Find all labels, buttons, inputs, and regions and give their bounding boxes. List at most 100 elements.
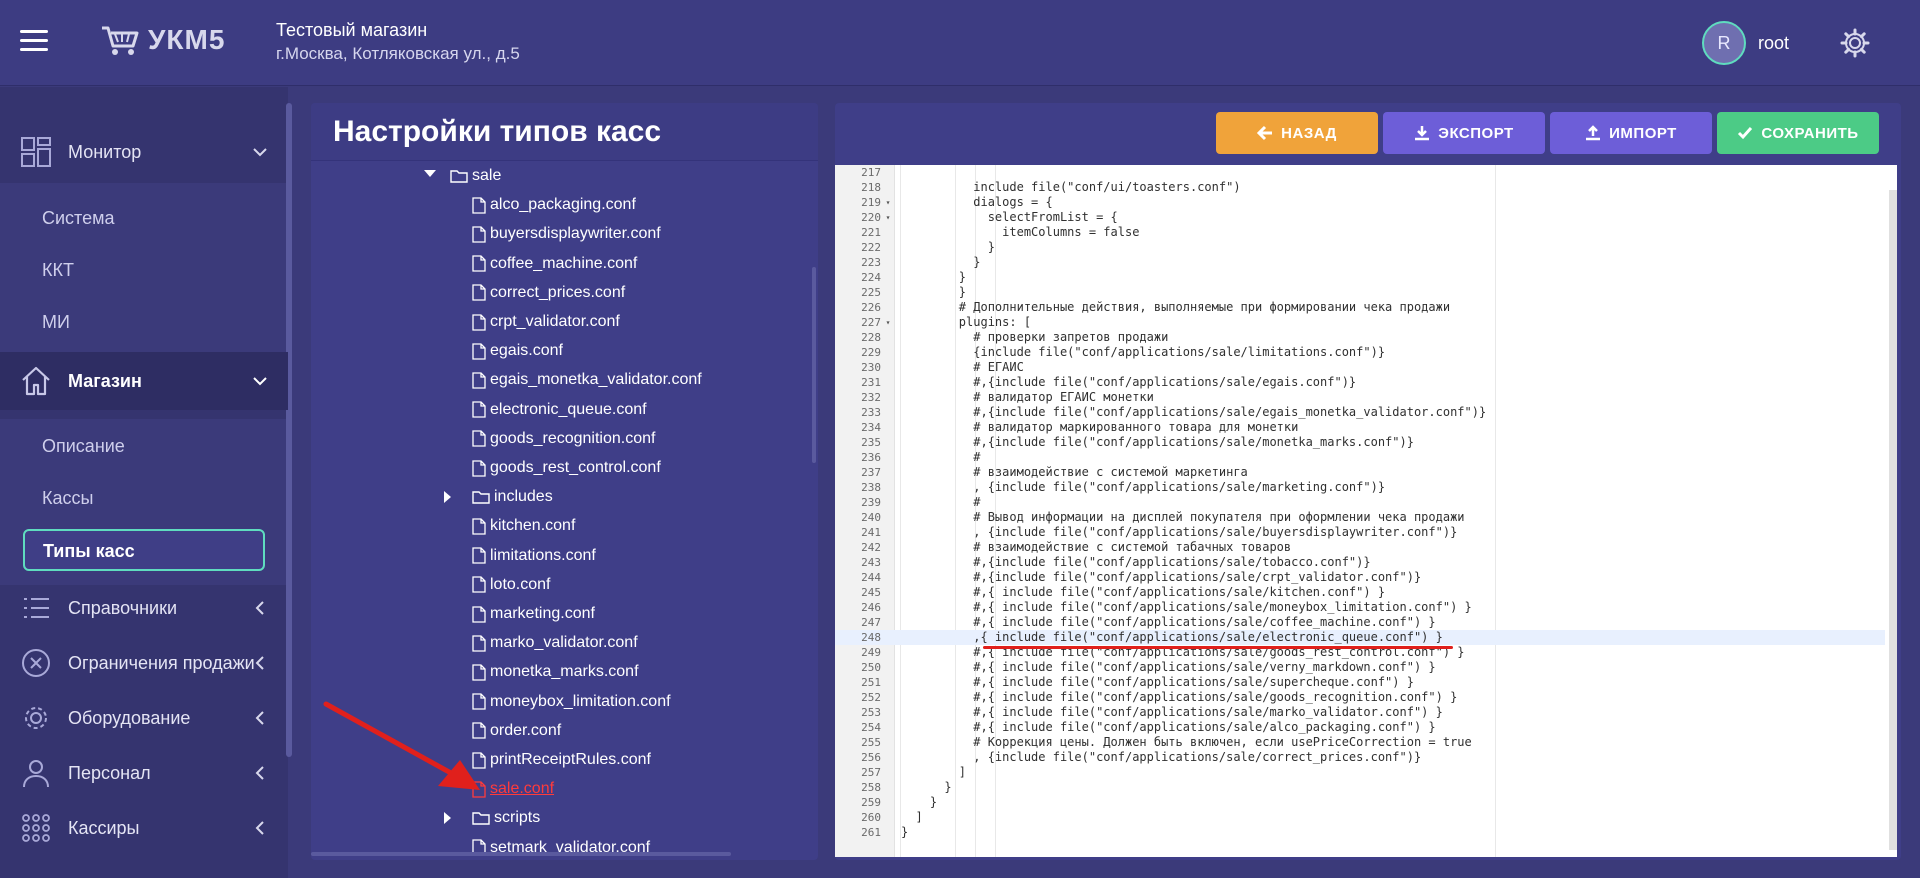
tree-file[interactable]: loto.conf [472, 573, 550, 597]
code-line[interactable]: 244 #,{include file("conf/applications/s… [835, 570, 1885, 585]
fold-toggle-icon[interactable]: ▾ [883, 210, 893, 225]
caret-right-icon[interactable] [444, 491, 451, 504]
sidebar-section-restrictions[interactable]: Ограничения продажи [0, 634, 288, 692]
sidebar-item-system[interactable]: Система [42, 208, 115, 229]
tree-file[interactable]: goods_rest_control.conf [472, 456, 661, 480]
code-line[interactable]: 245 #,{ include file("conf/applications/… [835, 585, 1885, 600]
menu-toggle-icon[interactable] [20, 30, 48, 54]
code-line[interactable]: 230 # ЕГАИС [835, 360, 1885, 375]
file-icon [472, 693, 486, 710]
sidebar-item-kassy[interactable]: Кассы [42, 488, 93, 509]
sidebar-item-description[interactable]: Описание [42, 436, 125, 457]
gear-icon[interactable] [1840, 28, 1870, 58]
username[interactable]: root [1758, 33, 1789, 54]
editor-scrollbar[interactable] [1889, 190, 1897, 850]
code-line[interactable]: 218 include file("conf/ui/toasters.conf"… [835, 180, 1885, 195]
sidebar-item-kkt[interactable]: ККТ [42, 260, 74, 281]
sidebar-section-catalogs[interactable]: Справочники [0, 579, 288, 637]
tree-scrollbar[interactable] [812, 267, 816, 463]
tree-file[interactable]: buyersdisplaywriter.conf [472, 222, 661, 246]
code-line[interactable]: 235 #,{include file("conf/applications/s… [835, 435, 1885, 450]
code-line[interactable]: 250 #,{ include file("conf/applications/… [835, 660, 1885, 675]
code-line[interactable]: 219 ▾ dialogs = { [835, 195, 1885, 210]
code-line[interactable]: 217 [835, 165, 1885, 180]
avatar[interactable]: R [1702, 21, 1746, 65]
tree-file[interactable]: limitations.conf [472, 544, 596, 568]
code-line[interactable]: 246 #,{ include file("conf/applications/… [835, 600, 1885, 615]
tree-file[interactable]: crpt_validator.conf [472, 310, 620, 334]
sidebar-section-cashiers[interactable]: Кассиры [0, 799, 288, 857]
code-line[interactable]: 252 #,{ include file("conf/applications/… [835, 690, 1885, 705]
tree-horizontal-scrollbar[interactable] [311, 852, 731, 856]
code-line[interactable]: 236 # [835, 450, 1885, 465]
code-line[interactable]: 259 } [835, 795, 1885, 810]
code-line[interactable]: 240 # Вывод информации на дисплей покупа… [835, 510, 1885, 525]
tree-folder[interactable]: sale [424, 164, 501, 188]
code-line[interactable]: 229 {include file("conf/applications/sal… [835, 345, 1885, 360]
save-button[interactable]: СОХРАНИТЬ [1717, 112, 1879, 154]
code-line[interactable]: 228 # проверки запретов продажи [835, 330, 1885, 345]
tree-file[interactable]: order.conf [472, 719, 561, 743]
code-line[interactable]: 258 } [835, 780, 1885, 795]
code-line[interactable]: 247 #,{ include file("conf/applications/… [835, 615, 1885, 630]
code-line[interactable]: 238 , {include file("conf/applications/s… [835, 480, 1885, 495]
tree-file[interactable]: printReceiptRules.conf [472, 748, 651, 772]
code-line[interactable]: 255 # Коррекция цены. Должен быть включе… [835, 735, 1885, 750]
code-line[interactable]: 243 #,{include file("conf/applications/s… [835, 555, 1885, 570]
code-line[interactable]: 226 # Дополнительные действия, выполняем… [835, 300, 1885, 315]
code-line[interactable]: 248 ,{ include file("conf/applications/s… [835, 630, 1885, 645]
logo[interactable]: УКМ5 [100, 24, 225, 56]
sidebar-item-kassa-types[interactable]: Типы касс [23, 529, 265, 571]
code-line[interactable]: 224 } [835, 270, 1885, 285]
code-line[interactable]: 225 } [835, 285, 1885, 300]
code-line[interactable]: 253 #,{ include file("conf/applications/… [835, 705, 1885, 720]
code-line[interactable]: 239 # [835, 495, 1885, 510]
code-line[interactable]: 223 } [835, 255, 1885, 270]
tree-file[interactable]: moneybox_limitation.conf [472, 690, 671, 714]
code-line[interactable]: 241 , {include file("conf/applications/s… [835, 525, 1885, 540]
caret-down-icon[interactable] [424, 170, 436, 177]
code-line[interactable]: 251 #,{ include file("conf/applications/… [835, 675, 1885, 690]
code-line[interactable]: 234 # валидатор маркированного товара дл… [835, 420, 1885, 435]
back-button[interactable]: НАЗАД [1216, 112, 1378, 154]
tree-file[interactable]: coffee_machine.conf [472, 252, 637, 276]
caret-right-icon[interactable] [444, 812, 451, 825]
sidebar-section-monitor[interactable]: Монитор [0, 123, 288, 181]
tree-file[interactable]: alco_packaging.conf [472, 193, 636, 217]
code-editor[interactable]: 217 218 include file("conf/ui/toasters.co… [835, 165, 1897, 857]
tree-file[interactable]: kitchen.conf [472, 514, 575, 538]
code-line[interactable]: 237 # взаимодействие с системой маркетин… [835, 465, 1885, 480]
sidebar-section-personnel[interactable]: Персонал [0, 744, 288, 802]
code-line[interactable]: 227 ▾ plugins: [ [835, 315, 1885, 330]
sidebar-item-mi[interactable]: МИ [42, 312, 70, 333]
tree-folder[interactable]: scripts [444, 806, 540, 830]
code-line[interactable]: 233 #,{include file("conf/applications/s… [835, 405, 1885, 420]
fold-toggle-icon[interactable]: ▾ [883, 315, 893, 330]
export-button[interactable]: ЭКСПОРТ [1383, 112, 1545, 154]
code-line[interactable]: 257 ] [835, 765, 1885, 780]
code-line[interactable]: 221 itemColumns = false [835, 225, 1885, 240]
sidebar-section-shop[interactable]: Магазин [0, 352, 288, 410]
code-line[interactable]: 231 #,{include file("conf/applications/s… [835, 375, 1885, 390]
tree-file[interactable]: sale.conf [472, 777, 554, 801]
tree-file[interactable]: electronic_queue.conf [472, 398, 647, 422]
sidebar-section-equipment[interactable]: Оборудование [0, 689, 288, 747]
tree-folder[interactable]: includes [444, 485, 553, 509]
code-line[interactable]: 254 #,{ include file("conf/applications/… [835, 720, 1885, 735]
code-line[interactable]: 242 # взаимодействие с системой табачных… [835, 540, 1885, 555]
tree-file[interactable]: goods_recognition.conf [472, 427, 655, 451]
code-line[interactable]: 222 } [835, 240, 1885, 255]
code-line[interactable]: 220 ▾ selectFromList = { [835, 210, 1885, 225]
tree-file[interactable]: marko_validator.conf [472, 631, 638, 655]
tree-file[interactable]: correct_prices.conf [472, 281, 625, 305]
tree-file[interactable]: marketing.conf [472, 602, 595, 626]
tree-file[interactable]: monetka_marks.conf [472, 660, 639, 684]
import-button[interactable]: ИМПОРТ [1550, 112, 1712, 154]
code-line[interactable]: 232 # валидатор ЕГАИС монетки [835, 390, 1885, 405]
fold-toggle-icon[interactable]: ▾ [883, 195, 893, 210]
code-line[interactable]: 261} [835, 825, 1885, 840]
code-line[interactable]: 256 , {include file("conf/applications/s… [835, 750, 1885, 765]
tree-file[interactable]: egais_monetka_validator.conf [472, 368, 702, 392]
code-line[interactable]: 260 ] [835, 810, 1885, 825]
tree-file[interactable]: egais.conf [472, 339, 563, 363]
